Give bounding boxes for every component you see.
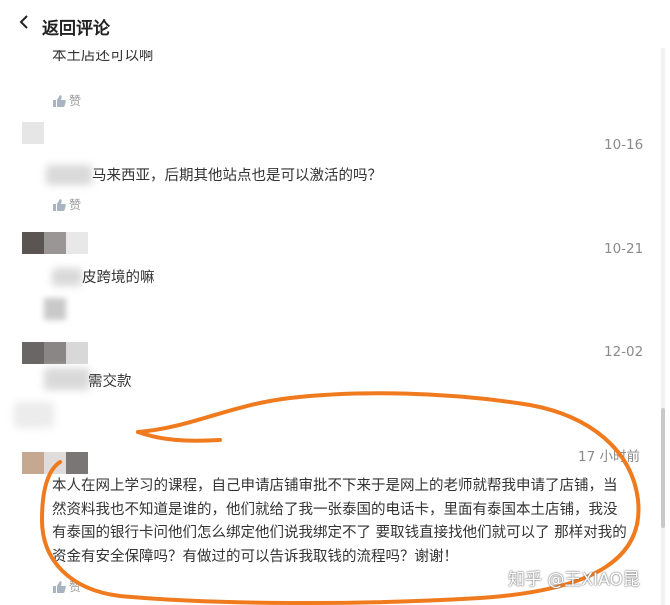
watermark: 知乎 @王XIAO昆	[508, 570, 640, 590]
annotation-circle	[39, 391, 641, 605]
